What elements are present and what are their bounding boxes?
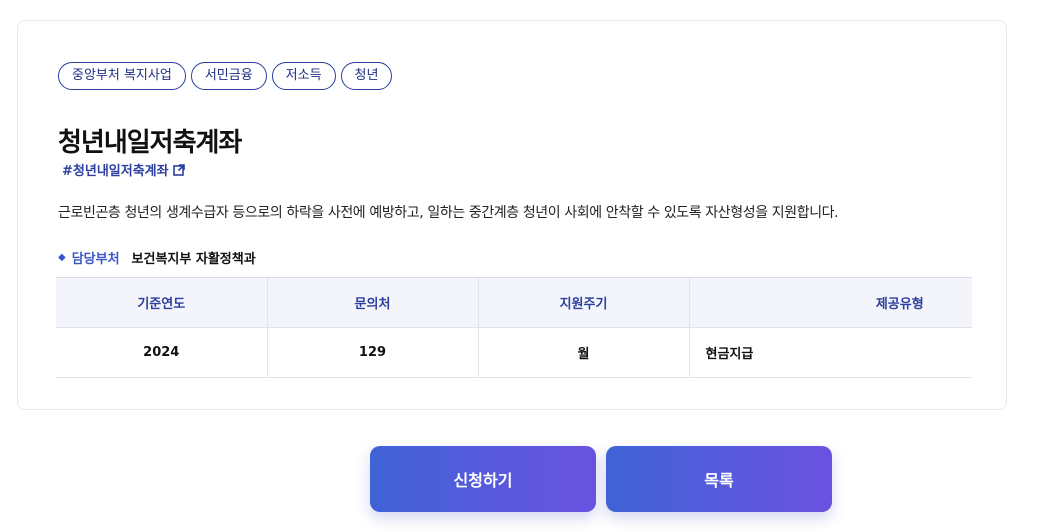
hashtag-text[interactable]: #청년내일저축계좌 [62,160,169,179]
info-table: 기준연도 문의처 지원주기 제공유형 2024 129 월 현금지급 [56,278,972,378]
welfare-detail-card: 중앙부처 복지사업 서민금융 저소득 청년 청년내일저축계좌 #청년내일저축계좌… [17,20,1007,410]
table-row: 2024 129 월 현금지급 [56,327,972,378]
info-table-wrapper: 기준연도 문의처 지원주기 제공유형 2024 129 월 현금지급 [56,277,972,378]
table-header-row: 기준연도 문의처 지원주기 제공유형 [56,278,972,328]
list-button[interactable]: 목록 [606,446,832,512]
department-label: 담당부처 [71,252,120,267]
external-link-icon[interactable] [172,163,185,176]
cell-cycle: 월 [478,327,690,378]
cell-type: 현금지급 [689,327,972,378]
tag-finance[interactable]: 서민금융 [190,62,267,90]
cell-year: 2024 [56,327,268,378]
tag-list: 중앙부처 복지사업 서민금융 저소득 청년 [58,62,393,90]
apply-button[interactable]: 신청하기 [370,446,596,512]
header-contact: 문의처 [267,278,479,328]
description: 근로빈곤층 청년의 생계수급자 등으로의 하락을 사전에 예방하고, 일하는 중… [58,205,839,221]
cell-contact: 129 [267,327,479,378]
tag-low-income[interactable]: 저소득 [271,62,336,90]
tag-central-welfare[interactable]: 중앙부처 복지사업 [58,62,186,90]
action-buttons: 신청하기 목록 [370,446,832,512]
department-value: 보건복지부 자활정책과 [131,252,256,267]
tag-youth[interactable]: 청년 [340,62,393,90]
diamond-bullet-icon: ◆ [58,252,66,263]
page-title: 청년내일저축계좌 [58,128,242,158]
header-cycle: 지원주기 [478,278,690,328]
header-type: 제공유형 [689,278,972,328]
header-year: 기준연도 [56,278,268,328]
department-info: ◆ 담당부처 보건복지부 자활정책과 [58,248,256,267]
hashtag-link[interactable]: #청년내일저축계좌 [62,160,185,179]
